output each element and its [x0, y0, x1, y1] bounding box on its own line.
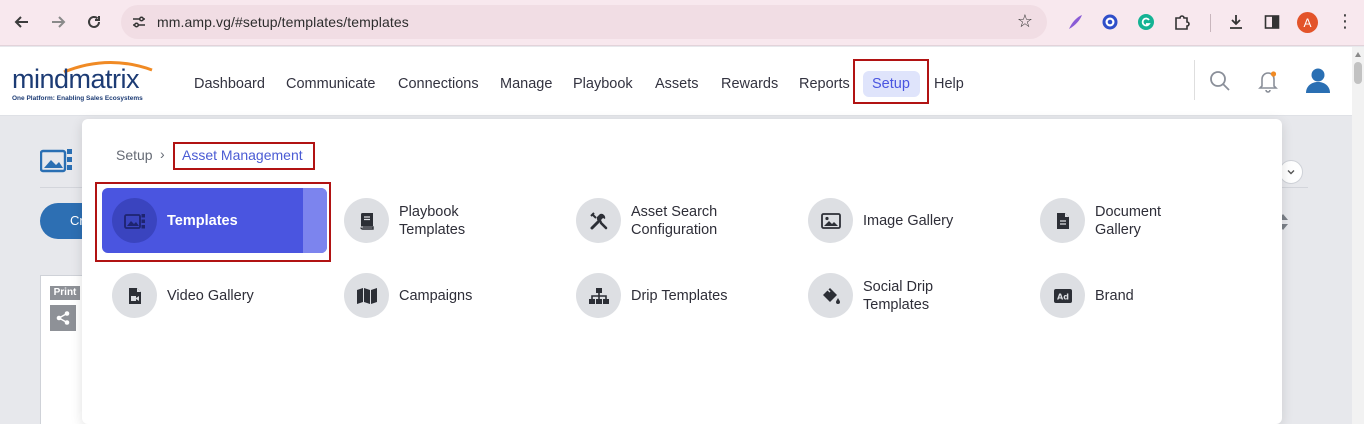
search-icon[interactable] [1207, 68, 1233, 94]
nav-assets[interactable]: Assets [655, 76, 699, 92]
header-divider [1194, 60, 1195, 100]
templates-highlight-box [95, 182, 331, 262]
asset-management-highlight-box [173, 142, 315, 170]
toolbar-divider [1210, 14, 1211, 32]
logo-tagline: One Platform: Enabling Sales Ecosystems [12, 95, 143, 102]
quill-extension-icon[interactable] [1064, 11, 1086, 33]
breadcrumb-setup[interactable]: Setup [116, 147, 153, 163]
scrollbar-thumb[interactable] [1354, 62, 1362, 84]
tile-asset-search-configuration[interactable]: Asset Search Configuration [631, 203, 761, 239]
site-settings-icon[interactable] [131, 14, 147, 30]
user-icon[interactable] [1303, 65, 1333, 95]
mindmatrix-logo[interactable]: mindmatrix One Platform: Enabling Sales … [12, 58, 157, 104]
image-icon[interactable] [808, 198, 853, 243]
video-file-icon[interactable] [112, 273, 157, 318]
browser-toolbar: mm.amp.vg/#setup/templates/templates ☆ A… [0, 0, 1364, 46]
more-menu-icon[interactable]: ⋮ [1336, 12, 1354, 30]
puzzle-extensions-icon[interactable] [1171, 11, 1193, 33]
tile-drip-templates[interactable]: Drip Templates [631, 287, 727, 305]
back-arrow-icon[interactable] [9, 9, 35, 35]
address-bar[interactable]: mm.amp.vg/#setup/templates/templates ☆ [121, 5, 1047, 39]
breadcrumb-separator: › [160, 146, 165, 162]
tile-brand[interactable]: Brand [1095, 287, 1134, 305]
url-text[interactable]: mm.amp.vg/#setup/templates/templates [157, 14, 409, 30]
scrollbar[interactable] [1352, 47, 1364, 424]
tile-document-gallery[interactable]: Document Gallery [1095, 203, 1205, 239]
nav-rewards[interactable]: Rewards [721, 76, 778, 92]
grammarly-extension-icon[interactable] [1135, 11, 1157, 33]
document-icon[interactable] [1040, 198, 1085, 243]
bell-icon[interactable] [1255, 67, 1281, 95]
nav-connections[interactable]: Connections [398, 76, 479, 92]
sidepanel-icon[interactable] [1261, 11, 1283, 33]
tile-social-drip-templates[interactable]: Social Drip Templates [863, 278, 973, 314]
page-gallery-icon [39, 145, 74, 175]
nav-playbook[interactable]: Playbook [573, 76, 633, 92]
nav-help[interactable]: Help [934, 76, 964, 92]
map-icon[interactable] [344, 273, 389, 318]
tile-video-gallery[interactable]: Video Gallery [167, 287, 254, 305]
svg-text:Ad: Ad [1057, 292, 1069, 301]
target-extension-icon[interactable] [1099, 11, 1121, 33]
print-badge[interactable]: Print [50, 286, 80, 300]
paint-bucket-icon[interactable] [808, 273, 853, 318]
profile-avatar[interactable]: A [1297, 12, 1318, 33]
setup-highlight-box [853, 59, 929, 104]
nav-reports[interactable]: Reports [799, 76, 850, 92]
tile-asset-search-configuration-label: Asset Search Configuration [631, 204, 718, 238]
nav-communicate[interactable]: Communicate [286, 76, 375, 92]
scroll-up-arrow-icon[interactable] [1355, 52, 1361, 57]
chevron-down-icon[interactable] [1279, 160, 1303, 184]
book-icon[interactable] [344, 198, 389, 243]
nav-manage[interactable]: Manage [500, 76, 552, 92]
nav-dashboard[interactable]: Dashboard [194, 76, 265, 92]
tile-campaigns[interactable]: Campaigns [399, 287, 472, 305]
tile-playbook-templates[interactable]: Playbook Templates [399, 203, 519, 239]
logo-wordmark: mindmatrix [12, 64, 140, 94]
bookmark-star-icon[interactable]: ☆ [1017, 11, 1033, 32]
share-icon[interactable] [50, 305, 76, 331]
tile-social-drip-templates-label: Social Drip Templates [863, 279, 934, 313]
reload-icon[interactable] [81, 9, 107, 35]
download-icon[interactable] [1225, 11, 1247, 33]
forward-arrow-icon[interactable] [45, 9, 71, 35]
sitemap-icon[interactable] [576, 273, 621, 318]
tools-icon[interactable] [576, 198, 621, 243]
tile-document-gallery-label: Document Gallery [1095, 204, 1162, 238]
ad-icon[interactable]: Ad [1040, 273, 1085, 318]
tile-playbook-templates-label: Playbook Templates [399, 204, 466, 238]
tile-image-gallery[interactable]: Image Gallery [863, 212, 953, 230]
